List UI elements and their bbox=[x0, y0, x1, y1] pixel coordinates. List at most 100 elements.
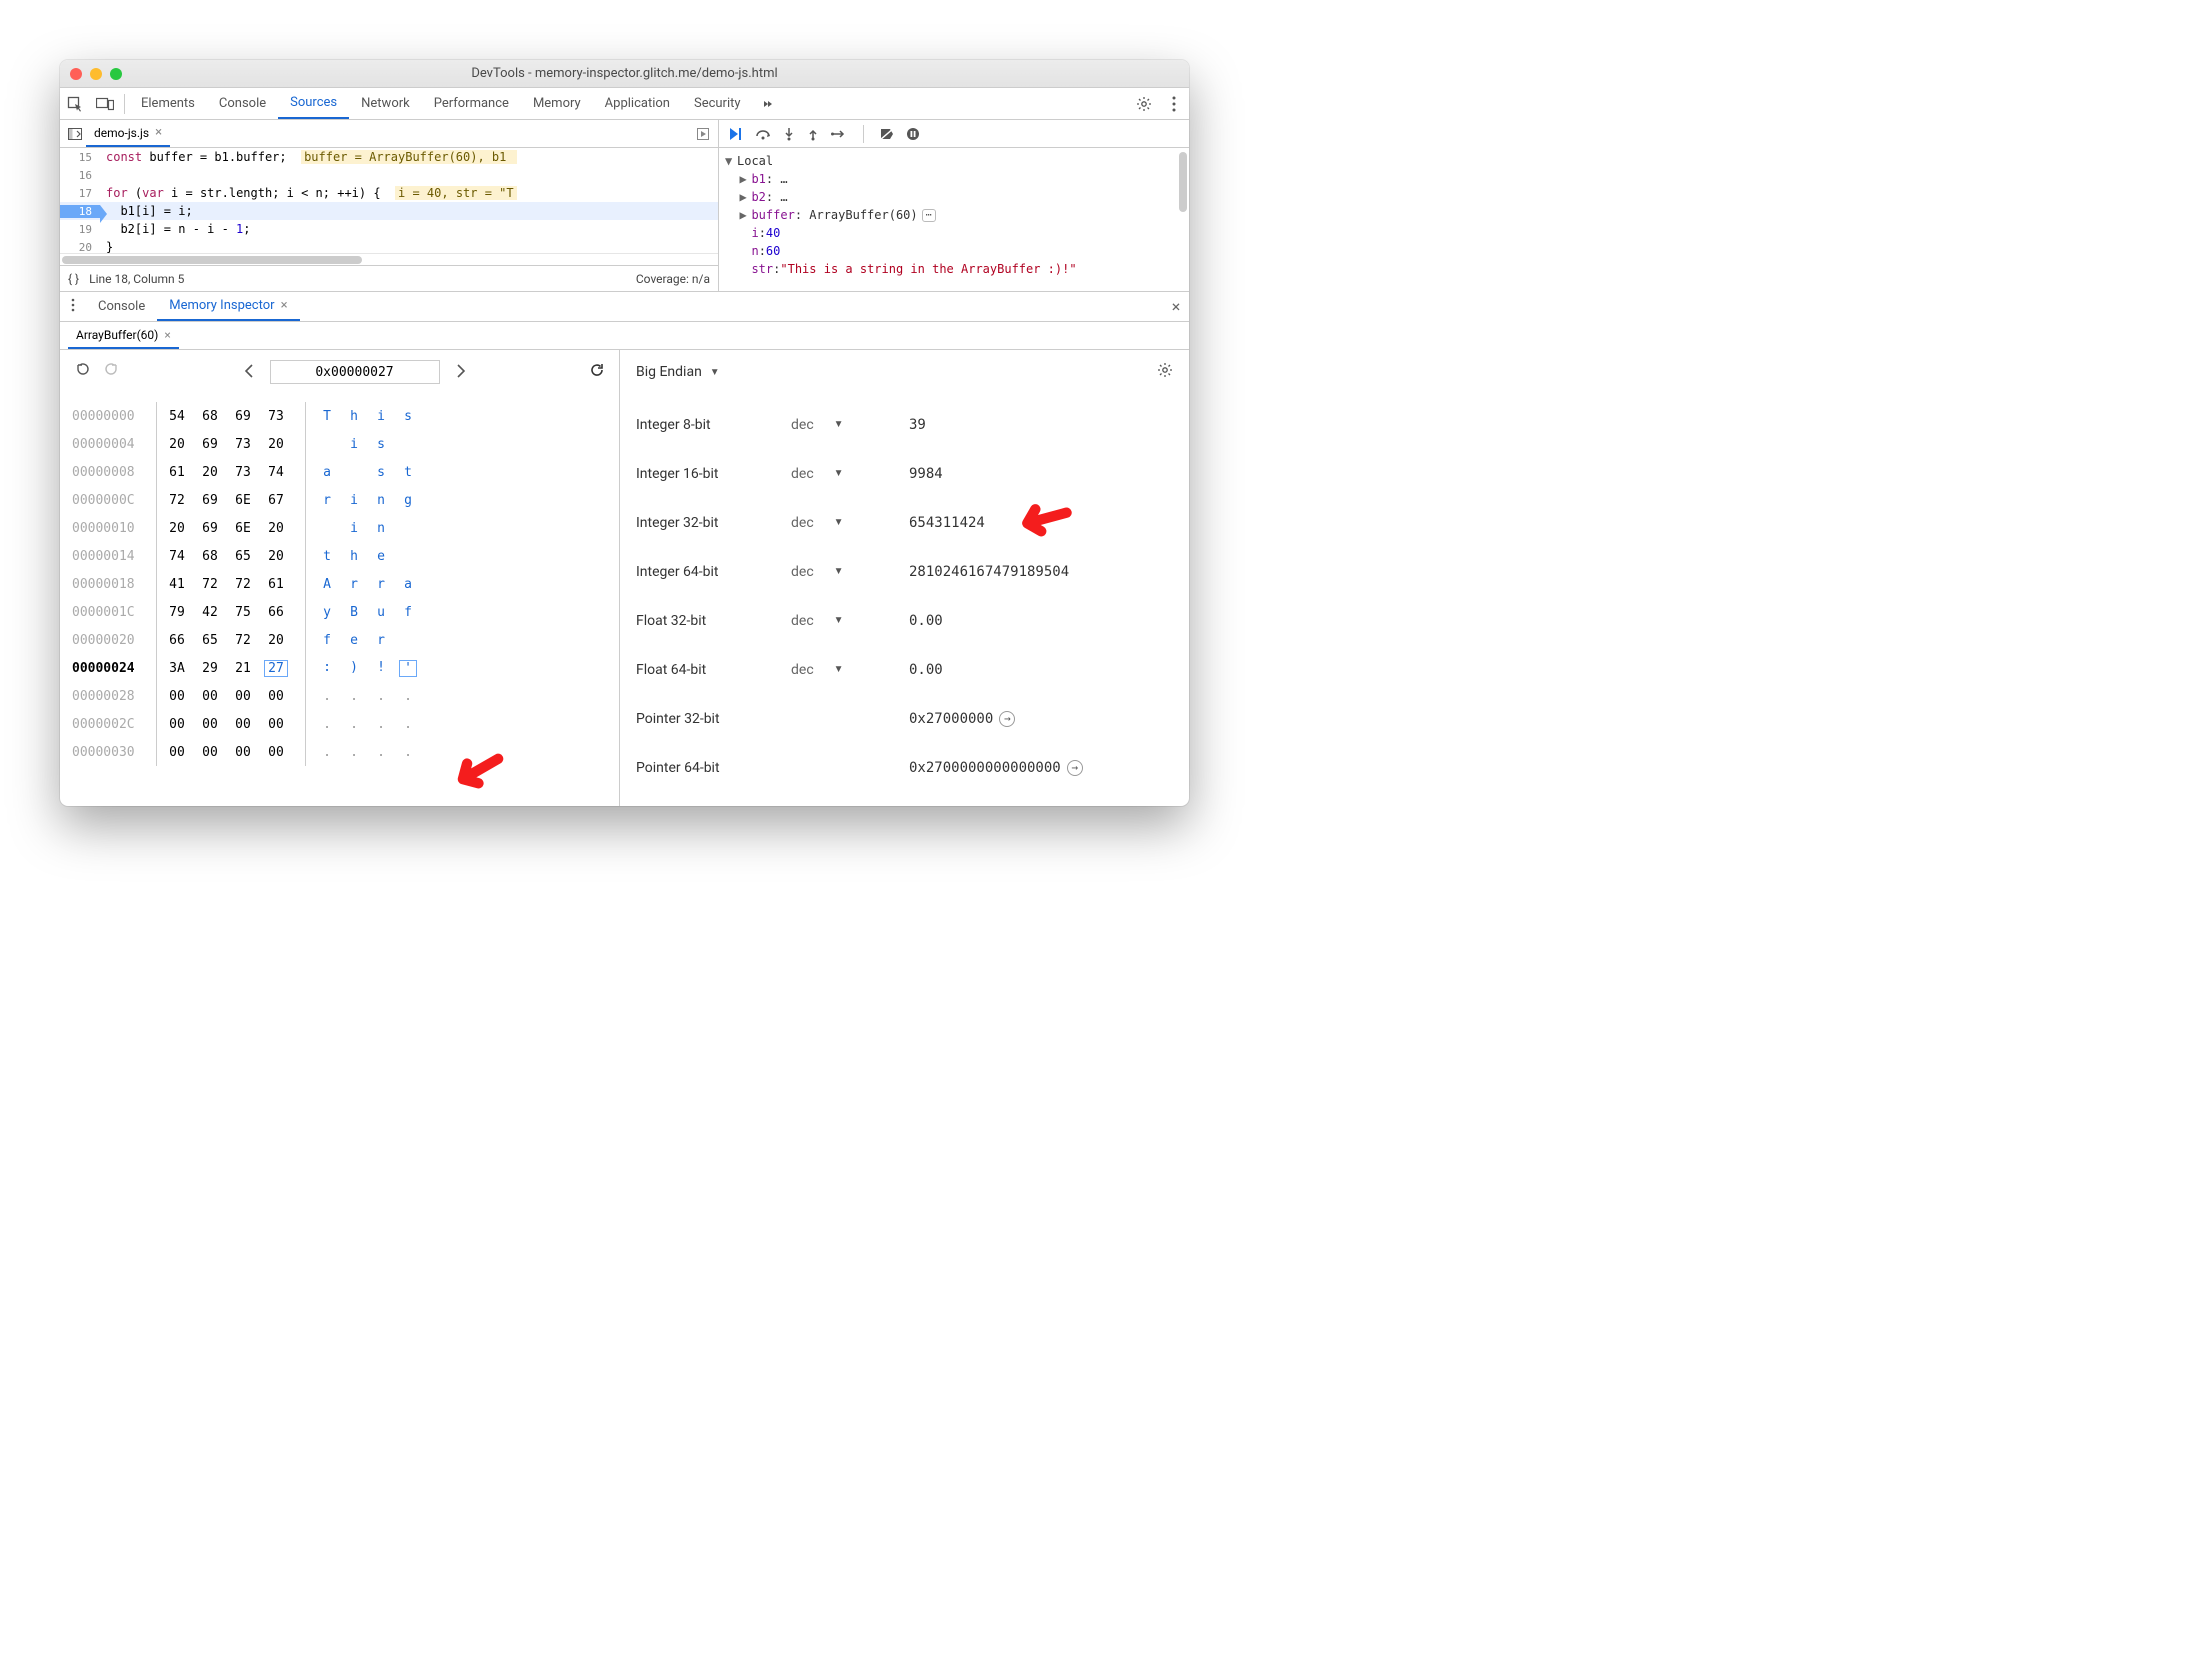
hex-char[interactable]: t bbox=[318, 549, 336, 564]
hex-char[interactable]: ) bbox=[345, 660, 363, 677]
pause-exceptions-icon[interactable] bbox=[906, 127, 920, 141]
hex-char[interactable]: ' bbox=[399, 660, 417, 677]
tab-security[interactable]: Security bbox=[682, 88, 753, 119]
code-line[interactable]: 18 b1[i] = i; bbox=[60, 202, 718, 220]
hex-row[interactable]: 0000000420697320 is bbox=[72, 430, 607, 458]
hex-byte[interactable]: 65 bbox=[198, 633, 222, 648]
value-format-select[interactable]: dec▼ bbox=[791, 564, 909, 580]
hex-byte[interactable]: 00 bbox=[198, 745, 222, 760]
hex-char[interactable] bbox=[318, 437, 336, 452]
hex-char[interactable]: T bbox=[318, 409, 336, 424]
jump-to-address-icon[interactable]: → bbox=[999, 711, 1015, 727]
hex-byte[interactable]: 66 bbox=[264, 605, 288, 620]
device-toolbar-icon[interactable] bbox=[90, 88, 120, 119]
next-page-icon[interactable] bbox=[452, 359, 470, 386]
zoom-window-button[interactable] bbox=[110, 68, 122, 80]
more-panels-icon[interactable] bbox=[753, 88, 783, 119]
hex-char[interactable]: e bbox=[345, 633, 363, 648]
hex-char[interactable]: r bbox=[345, 577, 363, 592]
line-number[interactable]: 15 bbox=[60, 151, 100, 164]
line-number[interactable]: 16 bbox=[60, 169, 100, 182]
tab-sources[interactable]: Sources bbox=[278, 88, 349, 119]
scope-header[interactable]: ▼Local bbox=[725, 152, 1183, 170]
hex-row[interactable]: 0000002800000000.... bbox=[72, 682, 607, 710]
hex-char[interactable]: y bbox=[318, 605, 336, 620]
tab-performance[interactable]: Performance bbox=[422, 88, 521, 119]
hex-row[interactable]: 0000002C00000000.... bbox=[72, 710, 607, 738]
hex-char[interactable]: r bbox=[372, 633, 390, 648]
run-snippet-icon[interactable] bbox=[692, 128, 714, 140]
hex-row[interactable]: 0000000861207374a st bbox=[72, 458, 607, 486]
hex-char[interactable]: a bbox=[399, 577, 417, 592]
hex-char[interactable]: s bbox=[372, 465, 390, 480]
hex-byte[interactable]: 00 bbox=[231, 717, 255, 732]
close-window-button[interactable] bbox=[70, 68, 82, 80]
settings-gear-icon[interactable] bbox=[1129, 88, 1159, 119]
hex-char[interactable]: . bbox=[318, 689, 336, 704]
drawer-tab-memory-inspector[interactable]: Memory Inspector× bbox=[157, 292, 299, 321]
code-line[interactable]: 17for (var i = str.length; i < n; ++i) {… bbox=[60, 184, 718, 202]
hex-byte[interactable]: 68 bbox=[198, 409, 222, 424]
show-navigator-icon[interactable] bbox=[64, 128, 86, 140]
hex-char[interactable]: s bbox=[399, 409, 417, 424]
step-out-icon[interactable] bbox=[807, 127, 819, 141]
hex-byte[interactable]: 00 bbox=[198, 717, 222, 732]
tab-memory[interactable]: Memory bbox=[521, 88, 593, 119]
code-line[interactable]: 19 b2[i] = n - i - 1; bbox=[60, 220, 718, 238]
code-editor[interactable]: 15const buffer = b1.buffer; buffer = Arr… bbox=[60, 148, 718, 253]
value-format-select[interactable]: dec▼ bbox=[791, 613, 909, 629]
hex-char[interactable]: g bbox=[399, 493, 417, 508]
hex-byte[interactable]: 69 bbox=[198, 493, 222, 508]
scope-variable[interactable]: i: 40 bbox=[725, 224, 1183, 242]
value-format-select[interactable]: dec▼ bbox=[791, 417, 909, 433]
hex-char[interactable]: . bbox=[318, 745, 336, 760]
history-back-icon[interactable] bbox=[70, 358, 94, 386]
hex-byte[interactable]: 00 bbox=[264, 717, 288, 732]
hex-byte[interactable]: 3A bbox=[165, 661, 189, 676]
minimize-window-button[interactable] bbox=[90, 68, 102, 80]
hex-byte[interactable]: 74 bbox=[264, 465, 288, 480]
hex-char[interactable]: n bbox=[372, 521, 390, 536]
hex-byte[interactable]: 6E bbox=[231, 521, 255, 536]
hex-char[interactable]: h bbox=[345, 409, 363, 424]
hex-char[interactable]: : bbox=[318, 660, 336, 677]
hex-char[interactable]: f bbox=[318, 633, 336, 648]
hex-char[interactable]: . bbox=[318, 717, 336, 732]
jump-to-address-icon[interactable]: → bbox=[1067, 760, 1083, 776]
hex-char[interactable]: i bbox=[345, 521, 363, 536]
line-number[interactable]: 20 bbox=[60, 241, 100, 254]
hex-byte[interactable]: 72 bbox=[198, 577, 222, 592]
hex-char[interactable] bbox=[399, 521, 417, 536]
hex-byte[interactable]: 69 bbox=[231, 409, 255, 424]
hex-byte[interactable]: 79 bbox=[165, 605, 189, 620]
line-number[interactable]: 17 bbox=[60, 187, 100, 200]
scope-variable[interactable]: ▶b2: … bbox=[725, 188, 1183, 206]
value-format-select[interactable]: dec▼ bbox=[791, 515, 909, 531]
resume-icon[interactable] bbox=[729, 127, 743, 141]
close-memory-tab-icon[interactable]: × bbox=[164, 328, 170, 342]
hex-byte[interactable]: 69 bbox=[198, 437, 222, 452]
step-over-icon[interactable] bbox=[755, 127, 771, 141]
tab-console[interactable]: Console bbox=[207, 88, 278, 119]
hex-char[interactable]: u bbox=[372, 605, 390, 620]
hex-char[interactable]: . bbox=[399, 689, 417, 704]
drawer-menu-icon[interactable] bbox=[60, 298, 86, 316]
hex-char[interactable]: . bbox=[345, 745, 363, 760]
hex-char[interactable] bbox=[399, 633, 417, 648]
hex-char[interactable]: i bbox=[372, 409, 390, 424]
scope-variable[interactable]: n: 60 bbox=[725, 242, 1183, 260]
inspect-icon[interactable] bbox=[60, 88, 90, 119]
history-forward-icon[interactable] bbox=[100, 358, 124, 386]
hex-byte[interactable]: 73 bbox=[264, 409, 288, 424]
hex-row[interactable]: 0000001474686520the bbox=[72, 542, 607, 570]
tab-application[interactable]: Application bbox=[593, 88, 682, 119]
address-input[interactable] bbox=[270, 360, 440, 384]
hex-byte[interactable]: 20 bbox=[198, 465, 222, 480]
hex-char[interactable]: n bbox=[372, 493, 390, 508]
code-line[interactable]: 16 bbox=[60, 166, 718, 184]
hex-byte[interactable]: 00 bbox=[264, 689, 288, 704]
value-format-select[interactable]: dec▼ bbox=[791, 466, 909, 482]
file-tab[interactable]: demo-js.js × bbox=[86, 120, 170, 147]
value-format-select[interactable]: dec▼ bbox=[791, 662, 909, 678]
hex-byte[interactable]: 65 bbox=[231, 549, 255, 564]
